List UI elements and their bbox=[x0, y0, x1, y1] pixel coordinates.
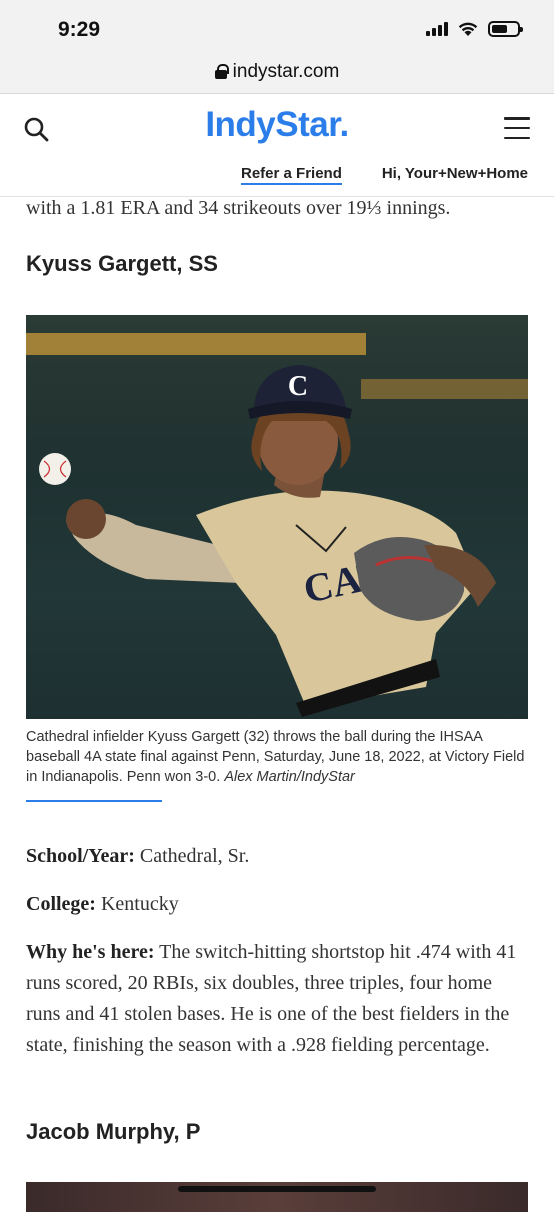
logo-dot: . bbox=[339, 105, 349, 144]
menu-icon[interactable] bbox=[504, 117, 530, 139]
previous-paragraph-tail: with a 1.81 ERA and 34 strikeouts over 1… bbox=[26, 197, 451, 219]
battery-icon bbox=[488, 21, 523, 37]
logo-indy: Indy bbox=[205, 105, 276, 144]
school-year-line: School/Year: Cathedral, Sr. bbox=[26, 841, 249, 872]
school-value: Cathedral, Sr. bbox=[139, 845, 250, 867]
url-text: indystar.com bbox=[232, 60, 340, 82]
caption-divider bbox=[26, 800, 162, 802]
account-greeting[interactable]: Hi, Your+New+Home bbox=[382, 165, 528, 182]
lock-icon bbox=[214, 64, 229, 79]
wifi-icon bbox=[458, 22, 478, 36]
why-here-paragraph: Why he's here: The switch-hitting shorts… bbox=[26, 937, 528, 1061]
status-bar: 9:29 bbox=[0, 0, 554, 50]
college-value: Kentucky bbox=[100, 893, 179, 915]
photo-credit: Alex Martin/IndyStar bbox=[224, 769, 355, 785]
photo-caption: Cathedral infielder Kyuss Gargett (32) t… bbox=[26, 727, 528, 787]
site-header: IndyStar. Refer a Friend Hi, Your+New+Ho… bbox=[0, 95, 554, 197]
home-indicator[interactable] bbox=[178, 1186, 376, 1192]
cap-letter: C bbox=[288, 371, 308, 402]
status-time: 9:29 bbox=[58, 18, 101, 41]
college-label: College: bbox=[26, 893, 96, 915]
college-line: College: Kentucky bbox=[26, 889, 179, 920]
cellular-signal-icon bbox=[426, 22, 448, 36]
refer-friend-link[interactable]: Refer a Friend bbox=[241, 165, 342, 185]
article-body: with a 1.81 ERA and 34 strikeouts over 1… bbox=[26, 197, 528, 1212]
school-label: School/Year: bbox=[26, 845, 135, 867]
logo-star: Star bbox=[275, 105, 340, 144]
why-label: Why he's here: bbox=[26, 941, 155, 963]
next-player-heading: Jacob Murphy, P bbox=[26, 1119, 201, 1144]
status-icons bbox=[426, 21, 523, 37]
site-logo[interactable]: IndyStar. bbox=[0, 105, 554, 145]
address-bar[interactable]: indystar.com bbox=[0, 50, 554, 94]
player-heading: Kyuss Gargett, SS bbox=[26, 251, 218, 276]
photo-illustration: CATHE C bbox=[26, 333, 528, 719]
player-photo[interactable]: CATHE C bbox=[26, 315, 528, 719]
